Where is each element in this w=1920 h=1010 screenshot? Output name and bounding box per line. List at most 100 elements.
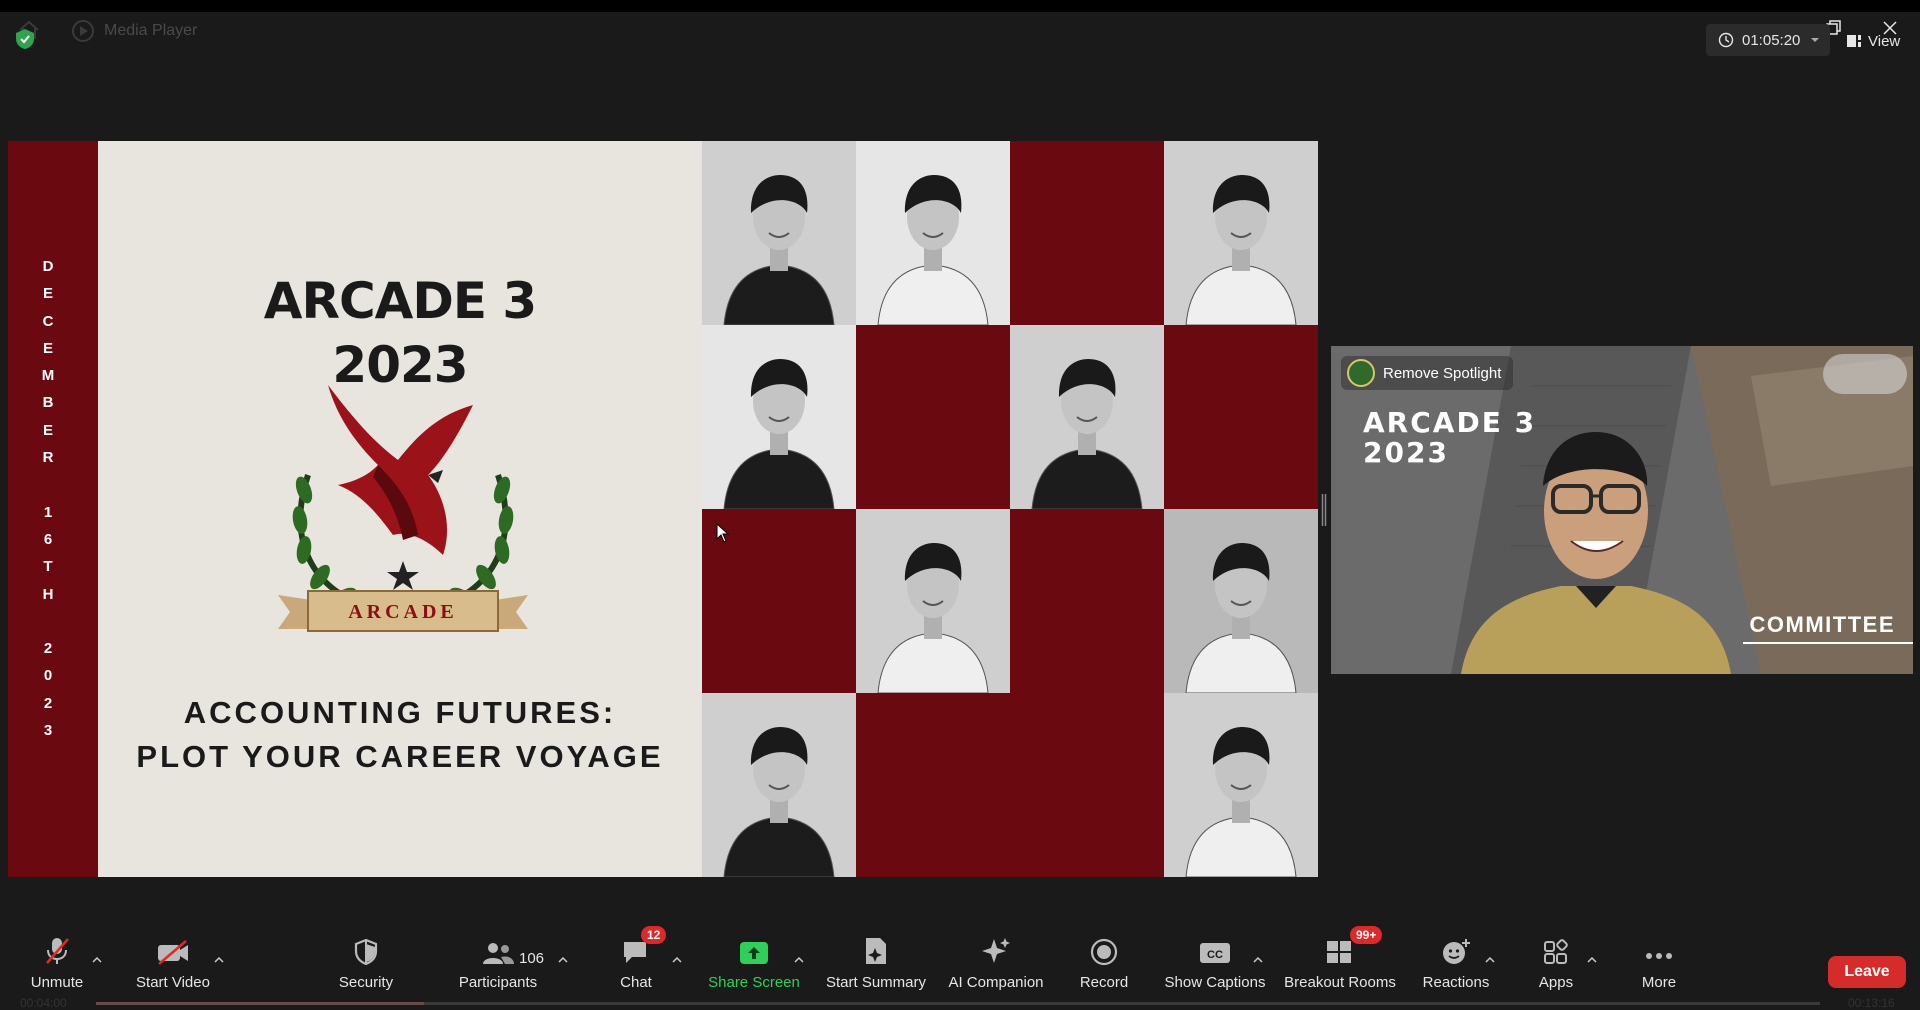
- security-label: Security: [338, 974, 394, 991]
- speaker-photo: [856, 509, 1010, 693]
- chevron-up-icon[interactable]: [213, 956, 225, 964]
- date-rail-letter: 2: [43, 640, 53, 658]
- participants-icon: [483, 943, 514, 964]
- maroon-tile: [856, 325, 1010, 509]
- speaker-video-tile[interactable]: Remove Spotlight ARCADE 3 2023 COMMITTEE: [1331, 346, 1913, 674]
- portrait-silhouette: [723, 727, 835, 877]
- portrait-silhouette: [1031, 359, 1143, 509]
- record-button[interactable]: Record: [1049, 932, 1159, 991]
- portrait-silhouette: [723, 359, 835, 509]
- start-summary-button[interactable]: Start Summary: [821, 932, 931, 991]
- speaker-title-line2: 2023: [1363, 436, 1449, 469]
- chevron-up-icon[interactable]: [793, 956, 805, 964]
- chat-badge: 12: [641, 926, 667, 944]
- date-rail-letter: E: [42, 421, 53, 439]
- total-time: 00:13:16: [1848, 996, 1895, 1010]
- poster-subtitle-line2: PLOT YOUR CAREER VOYAGE: [136, 739, 664, 774]
- apps-icon: [1544, 939, 1568, 964]
- ai-companion-button[interactable]: AI Companion: [941, 932, 1051, 991]
- date-rail-letter: [46, 608, 50, 635]
- top-strip: [0, 0, 1920, 12]
- leave-button[interactable]: Leave: [1828, 956, 1906, 988]
- shield-icon: [354, 938, 378, 966]
- date-rail: DECEMBER 16TH 2023: [8, 141, 98, 877]
- unmute-label: Unmute: [30, 974, 84, 991]
- sponsor-logos: [1823, 354, 1907, 394]
- more-button[interactable]: More: [1604, 932, 1714, 991]
- svg-text:CC: CC: [1207, 949, 1223, 961]
- media-player-title: Media Player: [72, 20, 197, 42]
- title-bar: Media Player: [0, 12, 1920, 42]
- apps-label: Apps: [1538, 974, 1574, 991]
- maroon-tile: [1010, 141, 1164, 325]
- chat-label: Chat: [620, 974, 652, 991]
- breakout-badge: 99+: [1350, 926, 1383, 944]
- ai-companion-label: AI Companion: [948, 974, 1044, 991]
- meeting-timer[interactable]: 01:05:20: [1706, 24, 1830, 56]
- mouse-cursor-icon: [716, 523, 730, 543]
- role-underline: [1743, 642, 1913, 644]
- shared-slide: DECEMBER 16TH 2023 ARCADE 3 2023 ARCADE …: [8, 141, 1318, 877]
- chevron-down-icon: [1811, 38, 1819, 42]
- date-rail-letter: B: [42, 394, 54, 412]
- date-rail-text: DECEMBER 16TH 2023: [8, 253, 88, 744]
- meeting-toolbar: Unmute Start Video Security Participants…: [0, 926, 1920, 1009]
- elapsed-time: 00:04:00: [20, 996, 67, 1010]
- speaker-photo: [702, 325, 856, 509]
- date-rail-letter: T: [43, 558, 53, 576]
- chevron-up-icon[interactable]: [91, 956, 103, 964]
- breakout-rooms-label: Breakout Rooms: [1284, 974, 1396, 991]
- date-rail-letter: R: [42, 449, 54, 467]
- playback-progress-fill: [96, 1002, 424, 1005]
- poster-subtitle: ACCOUNTING FUTURES: PLOT YOUR CAREER VOY…: [98, 691, 702, 779]
- chevron-up-icon[interactable]: [1586, 956, 1598, 964]
- remove-spotlight-label: Remove Spotlight: [1383, 364, 1502, 382]
- poster-title-line1: ARCADE 3: [263, 272, 537, 330]
- university-seal-icon: [1347, 359, 1375, 387]
- microphone-muted-icon: [46, 938, 69, 964]
- date-rail-letter: 3: [43, 722, 53, 740]
- maroon-tile: [856, 693, 1010, 877]
- window-title: Media Player: [104, 22, 198, 39]
- security-button[interactable]: Security: [311, 932, 421, 991]
- speaker-title-line1: ARCADE 3: [1363, 406, 1537, 439]
- chevron-up-icon[interactable]: [1252, 956, 1264, 964]
- speaker-event-title: ARCADE 3 2023: [1363, 408, 1536, 468]
- speaker-photo: [856, 141, 1010, 325]
- play-circle-icon: [72, 20, 94, 42]
- event-poster: ARCADE 3 2023 ARCADE ACCOUNTING FUTURES:…: [98, 141, 702, 877]
- portrait-silhouette: [877, 543, 989, 693]
- reaction-smiley-icon: [1443, 939, 1470, 964]
- start-video-button[interactable]: Start Video: [118, 932, 228, 991]
- maroon-tile: [1010, 509, 1164, 693]
- view-grid-icon: [1847, 35, 1861, 47]
- chevron-up-icon[interactable]: [671, 956, 683, 964]
- speaker-photo: [702, 693, 856, 877]
- start-video-label: Start Video: [136, 974, 210, 991]
- date-rail-letter: C: [42, 312, 54, 330]
- date-rail-letter: 6: [43, 530, 53, 548]
- captions-icon: CC: [1200, 943, 1230, 963]
- speaker-role-label: COMMITTEE: [1749, 612, 1895, 637]
- date-rail-letter: E: [42, 339, 53, 357]
- show-captions-label: Show Captions: [1164, 974, 1266, 991]
- chevron-up-icon[interactable]: [557, 956, 569, 964]
- video-off-icon: [158, 940, 188, 965]
- remove-spotlight-button[interactable]: Remove Spotlight: [1341, 356, 1514, 390]
- speaker-photo: [1164, 693, 1318, 877]
- resize-handle-icon[interactable]: [1321, 494, 1327, 526]
- portrait-silhouette: [1185, 543, 1297, 693]
- chevron-up-icon[interactable]: [1484, 956, 1496, 964]
- view-button[interactable]: View: [1846, 26, 1900, 56]
- breakout-rooms-icon: [1327, 941, 1351, 963]
- playback-progress-bar[interactable]: [96, 1002, 1820, 1005]
- participants-label: Participants: [458, 974, 538, 991]
- more-label: More: [1641, 974, 1677, 991]
- date-rail-letter: E: [42, 285, 53, 303]
- view-label: View: [1868, 32, 1901, 50]
- speaker-photo: [1164, 509, 1318, 693]
- sparkle-icon: [982, 938, 1010, 963]
- more-dots-icon: [1646, 953, 1672, 959]
- maroon-tile: [1010, 693, 1164, 877]
- encryption-shield-icon[interactable]: [14, 28, 36, 50]
